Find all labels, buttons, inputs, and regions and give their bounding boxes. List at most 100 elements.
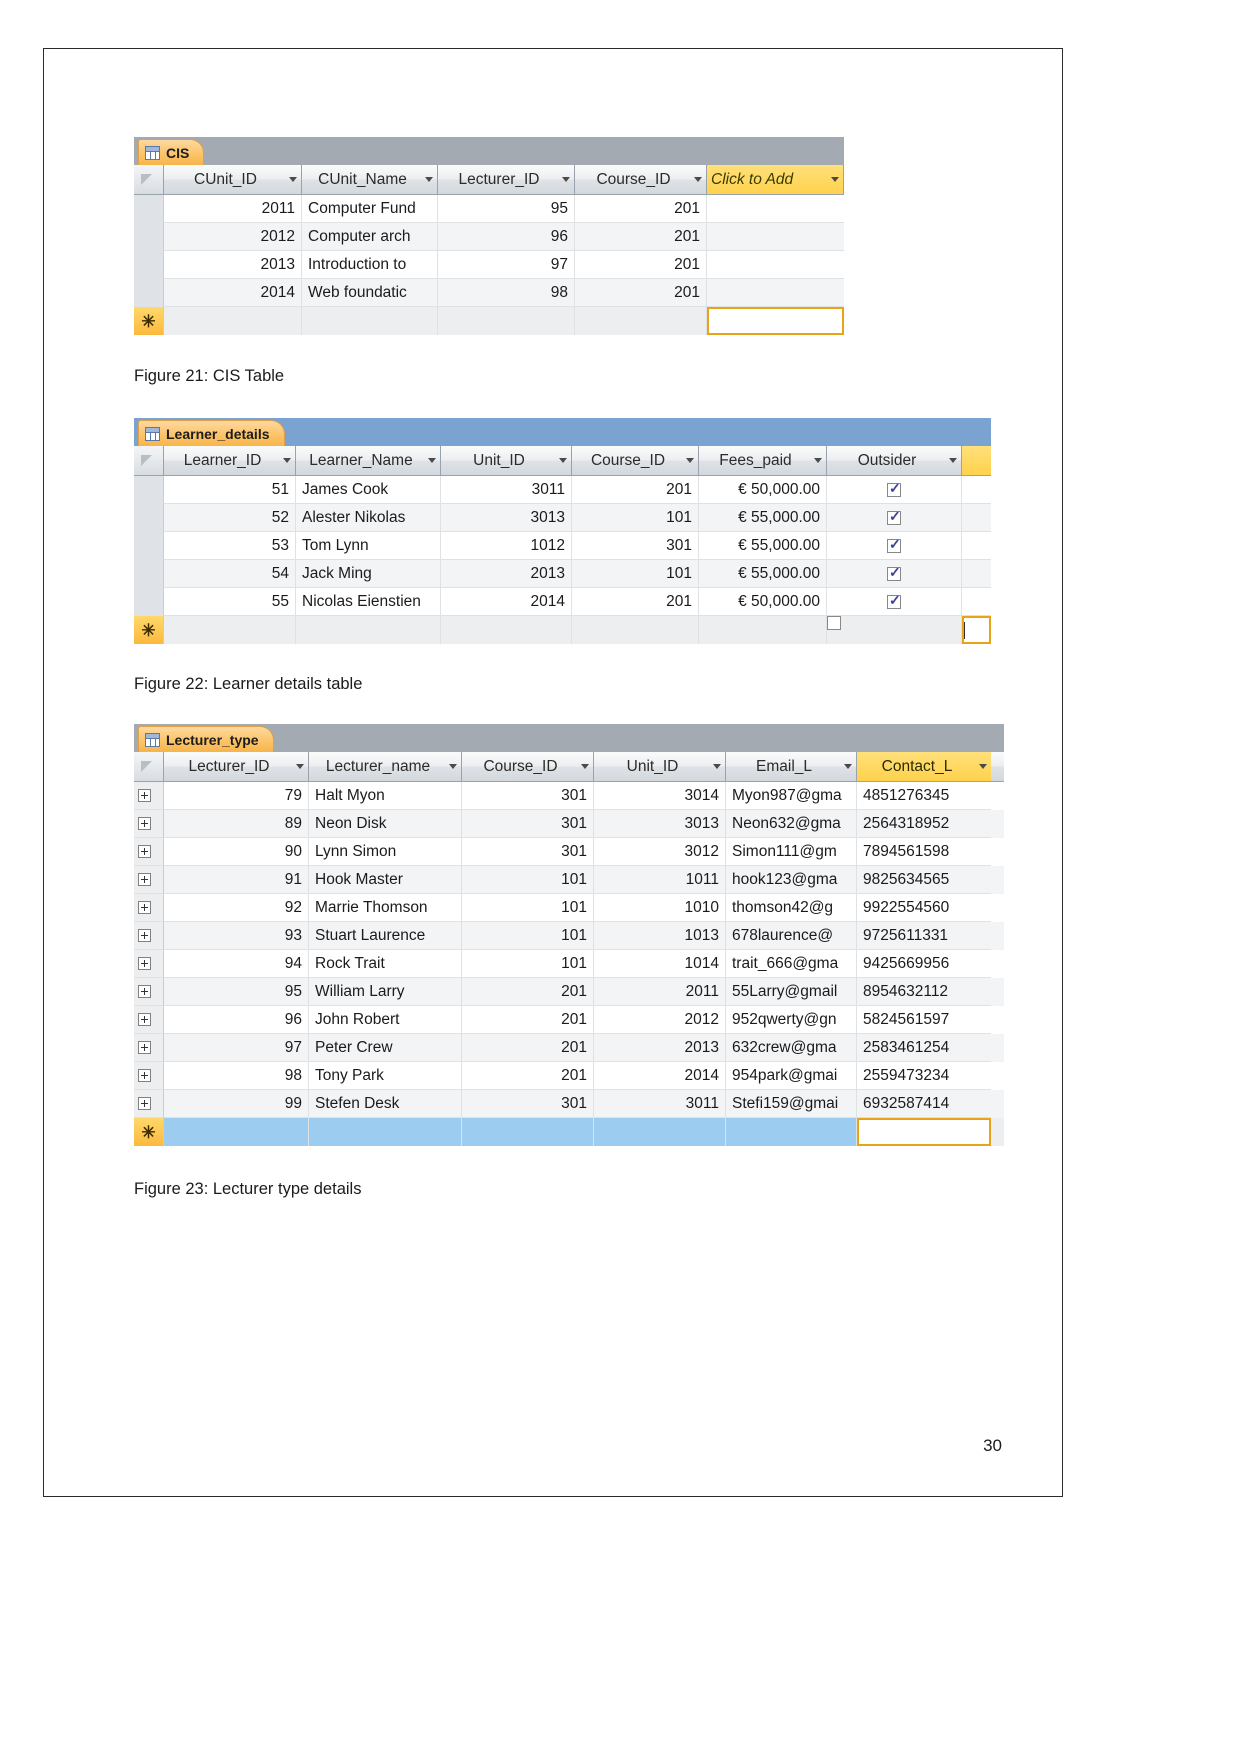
cell-contact-l[interactable]: 2583461254 xyxy=(857,1034,991,1062)
select-all-corner[interactable] xyxy=(134,446,164,475)
chevron-down-icon[interactable] xyxy=(713,764,721,769)
cell-lecturer-name[interactable]: Stefen Desk xyxy=(309,1090,462,1118)
cell-fees-paid[interactable]: € 50,000.00 xyxy=(699,476,827,504)
cell-cunit-name[interactable]: Computer arch xyxy=(302,223,438,251)
cell-email-l[interactable]: 952qwerty@gn xyxy=(726,1006,857,1034)
cell-add-new[interactable] xyxy=(707,279,844,307)
column-header-unit-id[interactable]: Unit_ID xyxy=(594,752,726,781)
cell-learner-name[interactable]: Nicolas Eienstien xyxy=(296,588,441,616)
cell-unit-id[interactable]: 1011 xyxy=(594,866,726,894)
table-row[interactable]: 97 Peter Crew 201 2013 632crew@gma 25834… xyxy=(134,1034,1004,1062)
cell-lecturer-id[interactable]: 79 xyxy=(164,782,309,810)
cis-tab[interactable]: CIS xyxy=(138,139,205,165)
cell-learner-name[interactable]: Jack Ming xyxy=(296,560,441,588)
cell-course-id-new[interactable] xyxy=(462,1118,594,1146)
cell-lecturer-name[interactable]: Rock Trait xyxy=(309,950,462,978)
cell-add-new[interactable] xyxy=(962,504,991,532)
chevron-down-icon[interactable] xyxy=(694,177,702,182)
plus-expand-icon[interactable] xyxy=(138,873,151,886)
cell-learner-id[interactable]: 52 xyxy=(164,504,296,532)
cell-outsider[interactable] xyxy=(827,476,962,504)
cell-course-id[interactable]: 201 xyxy=(575,195,707,223)
cell-unit-id[interactable]: 1014 xyxy=(594,950,726,978)
chevron-down-icon[interactable] xyxy=(979,764,987,769)
table-row[interactable]: 93 Stuart Laurence 101 1013 678laurence@… xyxy=(134,922,1004,950)
cell-unit-id[interactable]: 3013 xyxy=(594,810,726,838)
chevron-down-icon[interactable] xyxy=(283,458,291,463)
cell-fees-paid[interactable]: € 50,000.00 xyxy=(699,588,827,616)
column-header-cunit-id[interactable]: CUnit_ID xyxy=(164,165,302,194)
cell-lecturer-id[interactable]: 96 xyxy=(164,1006,309,1034)
learner-details-tab[interactable]: Learner_details xyxy=(138,420,285,446)
row-selector[interactable] xyxy=(134,978,164,1006)
row-selector[interactable] xyxy=(134,588,164,616)
cell-contact-l[interactable]: 2559473234 xyxy=(857,1062,991,1090)
cell-lecturer-id[interactable]: 95 xyxy=(438,195,575,223)
cell-contact-l[interactable]: 7894561598 xyxy=(857,838,991,866)
cell-course-id[interactable]: 101 xyxy=(462,950,594,978)
plus-expand-icon[interactable] xyxy=(138,985,151,998)
cell-unit-id[interactable]: 1012 xyxy=(441,532,572,560)
cell-unit-id[interactable]: 1013 xyxy=(594,922,726,950)
row-selector[interactable] xyxy=(134,1006,164,1034)
cell-email-l[interactable]: thomson42@g xyxy=(726,894,857,922)
table-row[interactable]: 98 Tony Park 201 2014 954park@gmai 25594… xyxy=(134,1062,1004,1090)
cell-add-new[interactable] xyxy=(707,195,844,223)
learner-details-datasheet[interactable]: Learner_details Learner_ID Learner_Name … xyxy=(134,418,991,644)
new-record-row[interactable]: ✳ xyxy=(134,307,844,335)
plus-expand-icon[interactable] xyxy=(138,817,151,830)
cell-lecturer-id[interactable]: 93 xyxy=(164,922,309,950)
table-row[interactable]: 54 Jack Ming 2013 101 € 55,000.00 xyxy=(134,560,991,588)
cell-course-id[interactable]: 301 xyxy=(462,782,594,810)
cell-unit-id[interactable]: 3014 xyxy=(594,782,726,810)
table-row[interactable]: 55 Nicolas Eienstien 2014 201 € 50,000.0… xyxy=(134,588,991,616)
plus-expand-icon[interactable] xyxy=(138,1097,151,1110)
cell-lecturer-name[interactable]: Tony Park xyxy=(309,1062,462,1090)
cell-lecturer-name[interactable]: Halt Myon xyxy=(309,782,462,810)
cell-contact-l-focused[interactable] xyxy=(857,1118,991,1146)
cell-course-id[interactable]: 101 xyxy=(572,560,699,588)
plus-expand-icon[interactable] xyxy=(138,789,151,802)
cell-email-l[interactable]: 678laurence@ xyxy=(726,922,857,950)
cell-contact-l[interactable]: 5824561597 xyxy=(857,1006,991,1034)
cell-contact-l[interactable]: 4851276345 xyxy=(857,782,991,810)
chevron-down-icon[interactable] xyxy=(831,177,839,182)
cell-cunit-id[interactable]: 2013 xyxy=(164,251,302,279)
column-header-lecturer-name[interactable]: Lecturer_name xyxy=(309,752,462,781)
column-header-outsider[interactable]: Outsider xyxy=(827,446,962,475)
cell-email-l[interactable]: Myon987@gma xyxy=(726,782,857,810)
cell-lecturer-name[interactable]: Stuart Laurence xyxy=(309,922,462,950)
cell-email-l[interactable]: 632crew@gma xyxy=(726,1034,857,1062)
cell-unit-id-new[interactable] xyxy=(594,1118,726,1146)
column-header-fees-paid[interactable]: Fees_paid xyxy=(699,446,827,475)
cell-course-id[interactable]: 201 xyxy=(572,476,699,504)
row-selector[interactable] xyxy=(134,1062,164,1090)
cell-lecturer-name[interactable]: Neon Disk xyxy=(309,810,462,838)
cell-learner-name[interactable]: Tom Lynn xyxy=(296,532,441,560)
table-row[interactable]: 52 Alester Nikolas 3013 101 € 55,000.00 xyxy=(134,504,991,532)
cell-unit-id[interactable]: 3011 xyxy=(441,476,572,504)
cell-lecturer-id[interactable]: 97 xyxy=(164,1034,309,1062)
table-row[interactable]: 96 John Robert 201 2012 952qwerty@gn 582… xyxy=(134,1006,1004,1034)
chevron-down-icon[interactable] xyxy=(296,764,304,769)
cell-email-l[interactable]: 954park@gmai xyxy=(726,1062,857,1090)
cell-lecturer-name[interactable]: John Robert xyxy=(309,1006,462,1034)
cell-add-new[interactable] xyxy=(962,588,991,616)
table-row[interactable]: 79 Halt Myon 301 3014 Myon987@gma 485127… xyxy=(134,782,1004,810)
cell-cunit-name[interactable]: Computer Fund xyxy=(302,195,438,223)
cell-lecturer-id[interactable]: 91 xyxy=(164,866,309,894)
table-row[interactable]: 91 Hook Master 101 1011 hook123@gma 9825… xyxy=(134,866,1004,894)
cell-unit-id[interactable]: 3012 xyxy=(594,838,726,866)
cell-course-id[interactable]: 201 xyxy=(462,1062,594,1090)
cell-cunit-id[interactable]: 2012 xyxy=(164,223,302,251)
table-row[interactable]: 92 Marrie Thomson 101 1010 thomson42@g 9… xyxy=(134,894,1004,922)
plus-expand-icon[interactable] xyxy=(138,1041,151,1054)
new-record-marker[interactable]: ✳ xyxy=(134,307,164,335)
column-header-course-id[interactable]: Course_ID xyxy=(572,446,699,475)
cell-course-id[interactable]: 201 xyxy=(575,251,707,279)
row-selector[interactable] xyxy=(134,1034,164,1062)
cell-course-id[interactable]: 201 xyxy=(572,588,699,616)
row-selector[interactable] xyxy=(134,279,164,307)
cell-course-id[interactable]: 301 xyxy=(572,532,699,560)
cell-course-id[interactable]: 301 xyxy=(462,1090,594,1118)
